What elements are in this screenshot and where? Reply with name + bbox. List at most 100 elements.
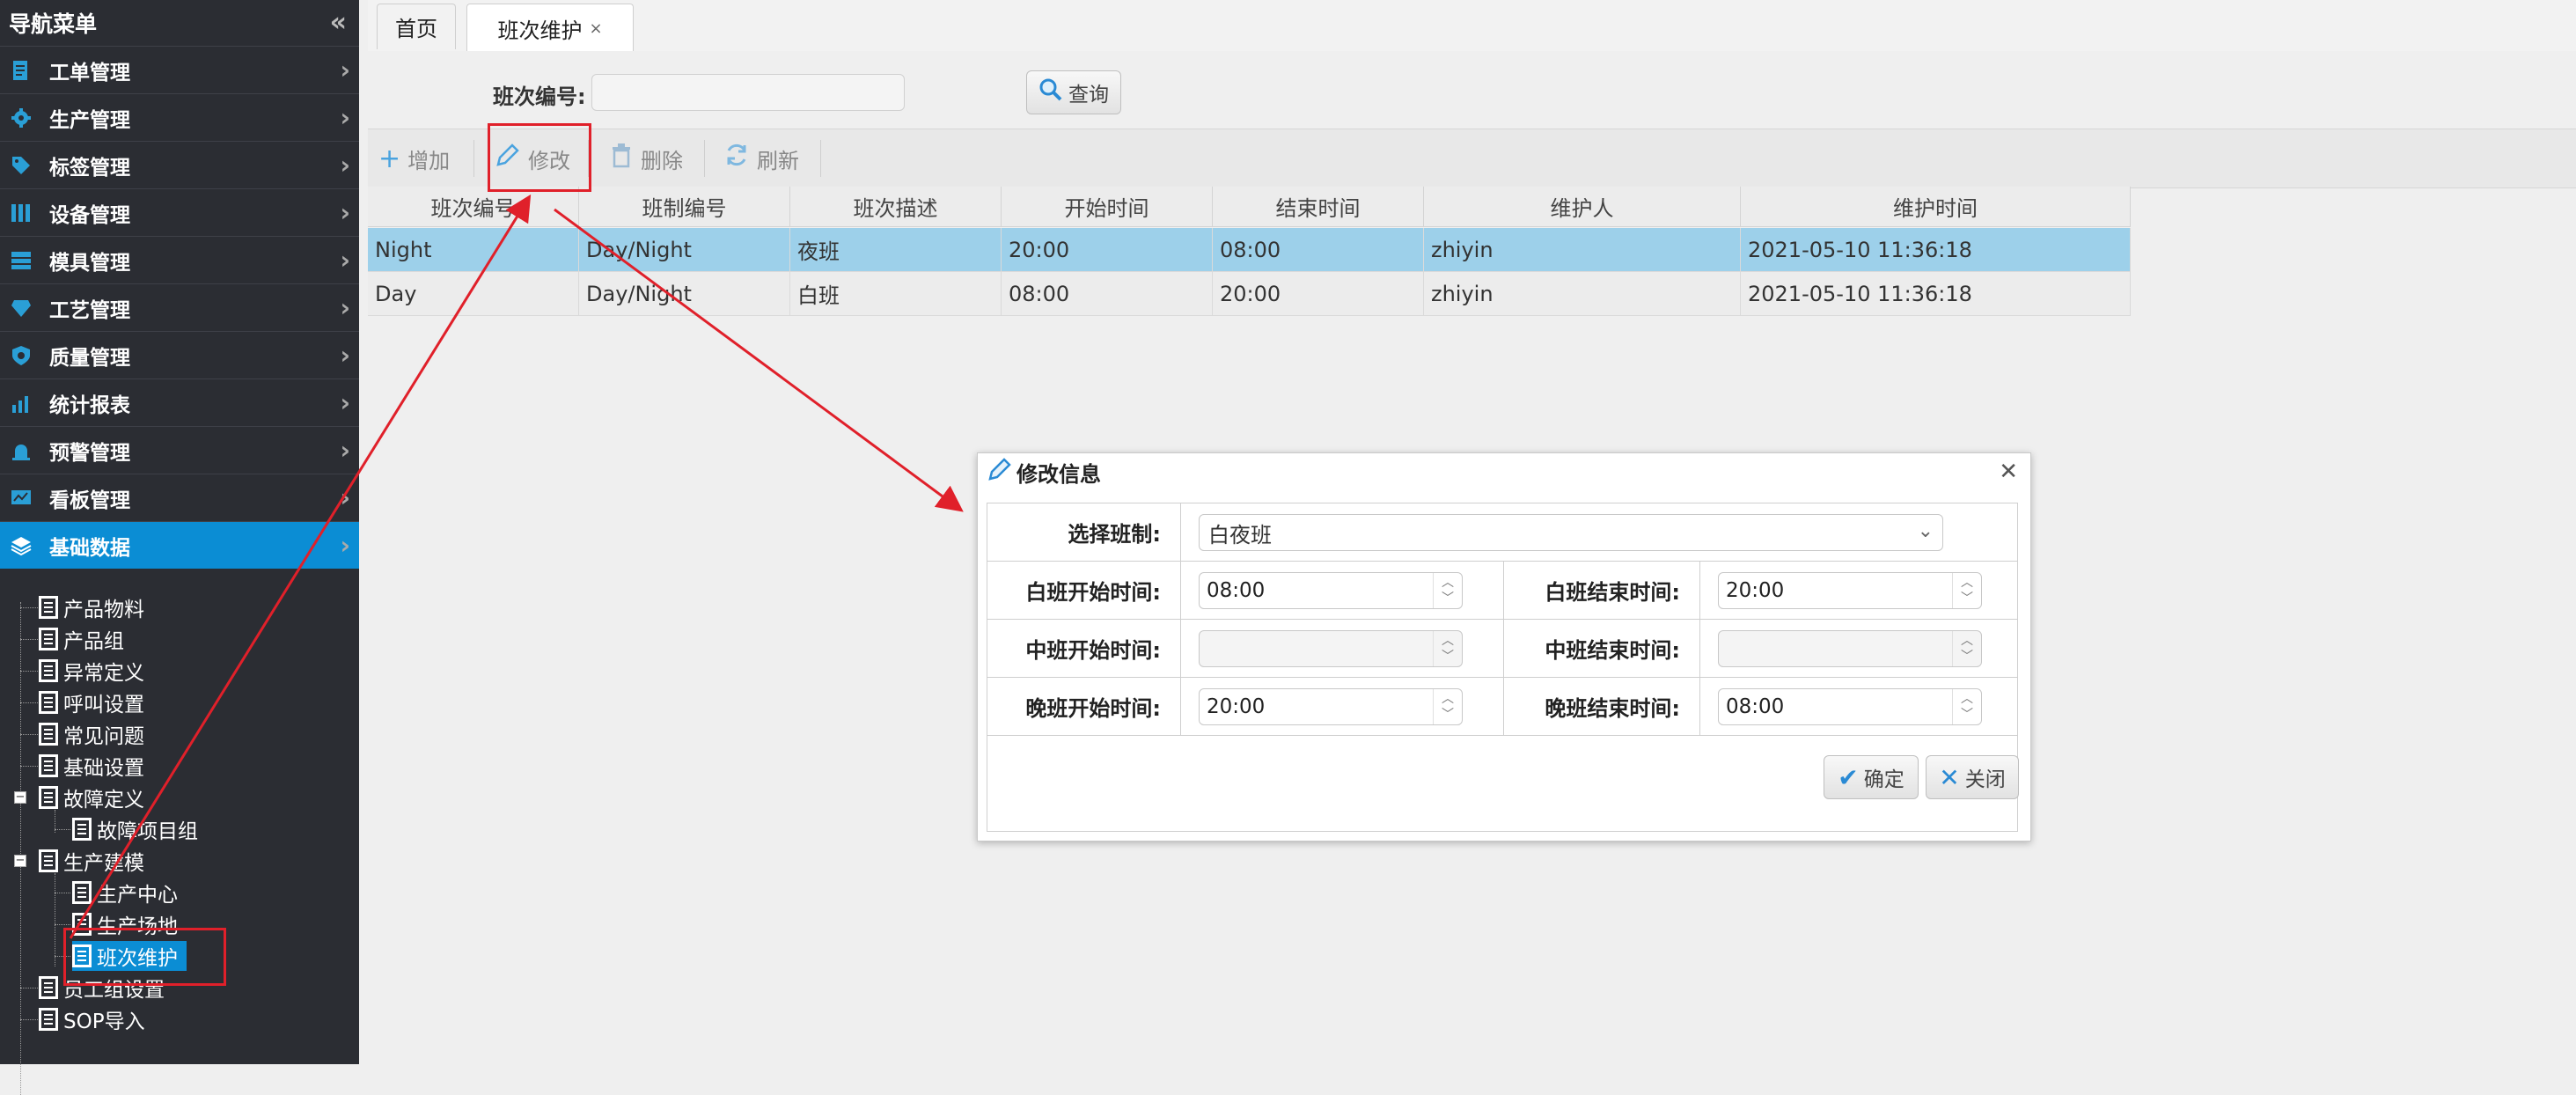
add-button[interactable]: + 增加 bbox=[378, 138, 450, 179]
sidebar-item-molds[interactable]: 模具管理 › bbox=[0, 236, 359, 283]
gear-icon bbox=[9, 106, 33, 130]
column-header[interactable]: 维护时间 bbox=[1741, 187, 2131, 227]
chevron-right-icon: › bbox=[340, 483, 350, 512]
query-button-label: 查询 bbox=[1068, 84, 1109, 107]
mid-start-input[interactable]: ︿ ﹀ bbox=[1199, 630, 1463, 667]
confirm-button-label: 确定 bbox=[1863, 768, 1904, 791]
tree-item-fault-item-group[interactable]: 故障项目组 bbox=[72, 814, 198, 844]
shift-code-input[interactable] bbox=[591, 74, 905, 111]
sidebar-title-text: 导航菜单 bbox=[9, 11, 98, 37]
annotation-highlight-box bbox=[488, 123, 591, 192]
toolbar-divider bbox=[820, 140, 821, 177]
night-end-label: 晚班结束时间: bbox=[1503, 678, 1700, 735]
tree-item-sop-import[interactable]: SOP导入 bbox=[39, 1004, 145, 1034]
tree-item-product-materials[interactable]: 产品物料 bbox=[39, 592, 144, 622]
tree-item-faq[interactable]: 常见问题 bbox=[39, 719, 144, 749]
spinner-arrows-icon[interactable]: ︿ ﹀ bbox=[1433, 573, 1462, 608]
sidebar-item-equipment[interactable]: 设备管理 › bbox=[0, 188, 359, 236]
table-cell: 2021-05-10 11:36:18 bbox=[1741, 272, 2131, 316]
delete-button[interactable]: 删除 bbox=[609, 138, 683, 179]
column-header[interactable]: 开始时间 bbox=[1002, 187, 1213, 227]
dialog-title-bar[interactable]: 修改信息 ✕ bbox=[978, 453, 2030, 490]
shift-code-label: 班次编号: bbox=[493, 85, 586, 109]
column-header[interactable]: 维护人 bbox=[1424, 187, 1741, 227]
column-header[interactable]: 班次描述 bbox=[790, 187, 1002, 227]
close-icon[interactable]: ✕ bbox=[1999, 459, 2018, 485]
delete-button-label: 删除 bbox=[641, 148, 683, 173]
tree-item-label: 产品物料 bbox=[63, 599, 144, 621]
collapse-toggle-icon[interactable]: − bbox=[14, 855, 26, 867]
dialog-title: 修改信息 bbox=[1016, 461, 1101, 487]
spinner-arrows-icon[interactable]: ︿ ﹀ bbox=[1433, 689, 1462, 724]
night-end-input[interactable]: 08:00 ︿ ﹀ bbox=[1718, 688, 1982, 725]
collapse-toggle-icon[interactable]: − bbox=[14, 791, 26, 804]
columns-icon bbox=[9, 201, 33, 225]
document-icon bbox=[9, 58, 33, 83]
tree-connector bbox=[20, 607, 38, 608]
query-button[interactable]: 查询 bbox=[1026, 70, 1121, 114]
refresh-button[interactable]: 刷新 bbox=[723, 138, 799, 179]
day-start-input[interactable]: 08:00 ︿ ﹀ bbox=[1199, 572, 1463, 609]
diamond-icon bbox=[9, 296, 33, 320]
table-row[interactable]: Night Day/Night 夜班 20:00 08:00 zhiyin 20… bbox=[368, 228, 2131, 272]
column-header[interactable]: 班制编号 bbox=[579, 187, 790, 227]
table-row[interactable]: Day Day/Night 白班 08:00 20:00 zhiyin 2021… bbox=[368, 272, 2131, 316]
sidebar-item-process[interactable]: 工艺管理 › bbox=[0, 283, 359, 331]
chevron-right-icon: › bbox=[340, 341, 350, 370]
stack-icon bbox=[9, 533, 33, 558]
double-chevron-left-icon[interactable]: « bbox=[330, 7, 347, 38]
tree-item-production-center[interactable]: 生产中心 bbox=[72, 878, 178, 908]
tree-item-fault-definition[interactable]: 故障定义 bbox=[39, 783, 144, 812]
chevron-right-icon: › bbox=[340, 55, 350, 85]
document-icon bbox=[39, 723, 58, 746]
spin-value: 08:00 bbox=[1207, 579, 1266, 602]
sidebar: 导航菜单 « 工单管理 › 生产管理 › 标签管理 › 设备管理 › 模具管理 … bbox=[0, 0, 359, 1095]
sidebar-item-work-orders[interactable]: 工单管理 › bbox=[0, 46, 359, 93]
night-start-input[interactable]: 20:00 ︿ ﹀ bbox=[1199, 688, 1463, 725]
column-header[interactable]: 结束时间 bbox=[1213, 187, 1424, 227]
tree-connector bbox=[20, 766, 38, 767]
shift-system-select[interactable]: 白夜班 ⌄ bbox=[1199, 514, 1943, 551]
sidebar-item-alerts[interactable]: 预警管理 › bbox=[0, 426, 359, 474]
sidebar-title: 导航菜单 « bbox=[0, 0, 359, 46]
sidebar-item-labels[interactable]: 标签管理 › bbox=[0, 141, 359, 188]
tree-item-basic-settings[interactable]: 基础设置 bbox=[39, 751, 144, 781]
tree-connector bbox=[20, 671, 38, 672]
close-icon[interactable]: × bbox=[589, 19, 602, 38]
chevron-right-icon: › bbox=[340, 103, 350, 132]
tree-item-product-group[interactable]: 产品组 bbox=[39, 624, 124, 654]
table-cell: 夜班 bbox=[790, 228, 1002, 272]
sidebar-item-basic-data[interactable]: 基础数据 › bbox=[0, 521, 359, 569]
spinner-arrows-icon[interactable]: ︿ ﹀ bbox=[1433, 631, 1462, 666]
tree-item-exception-definition[interactable]: 异常定义 bbox=[39, 656, 144, 686]
confirm-button[interactable]: ✔ 确定 bbox=[1824, 755, 1919, 799]
tab-shift-maintenance[interactable]: 班次维护 × bbox=[466, 4, 634, 52]
day-end-input[interactable]: 20:00 ︿ ﹀ bbox=[1718, 572, 1982, 609]
table-cell: Night bbox=[368, 228, 579, 272]
chevron-right-icon: › bbox=[340, 198, 350, 227]
spinner-arrows-icon[interactable]: ︿ ﹀ bbox=[1952, 689, 1981, 724]
document-icon bbox=[39, 596, 58, 619]
tree-item-label: 基础设置 bbox=[63, 757, 144, 780]
tree-item-label: 常见问题 bbox=[63, 725, 144, 748]
sidebar-item-reports[interactable]: 统计报表 › bbox=[0, 378, 359, 426]
mid-end-input[interactable]: ︿ ﹀ bbox=[1718, 630, 1982, 667]
tree-item-call-settings[interactable]: 呼叫设置 bbox=[39, 687, 144, 717]
tab-home[interactable]: 首页 bbox=[377, 4, 456, 49]
sidebar-item-label: 质量管理 bbox=[49, 346, 130, 370]
spinner-arrows-icon[interactable]: ︿ ﹀ bbox=[1952, 573, 1981, 608]
tree-connector bbox=[20, 639, 38, 640]
close-button-label: 关闭 bbox=[1964, 768, 2006, 791]
day-end-label: 白班结束时间: bbox=[1503, 562, 1700, 619]
close-button[interactable]: ✕ 关闭 bbox=[1926, 755, 2019, 799]
tree-item-label: 产品组 bbox=[63, 630, 124, 653]
sidebar-item-production[interactable]: 生产管理 › bbox=[0, 93, 359, 141]
sidebar-item-dashboards[interactable]: 看板管理 › bbox=[0, 474, 359, 521]
tree-connector bbox=[20, 702, 38, 703]
layers-icon bbox=[9, 248, 33, 273]
column-header[interactable]: 班次编号 bbox=[368, 187, 579, 227]
tree-item-production-modeling[interactable]: 生产建模 bbox=[39, 846, 144, 876]
sidebar-item-quality[interactable]: 质量管理 › bbox=[0, 331, 359, 378]
spinner-arrows-icon[interactable]: ︿ ﹀ bbox=[1952, 631, 1981, 666]
spin-value: 08:00 bbox=[1726, 695, 1785, 718]
